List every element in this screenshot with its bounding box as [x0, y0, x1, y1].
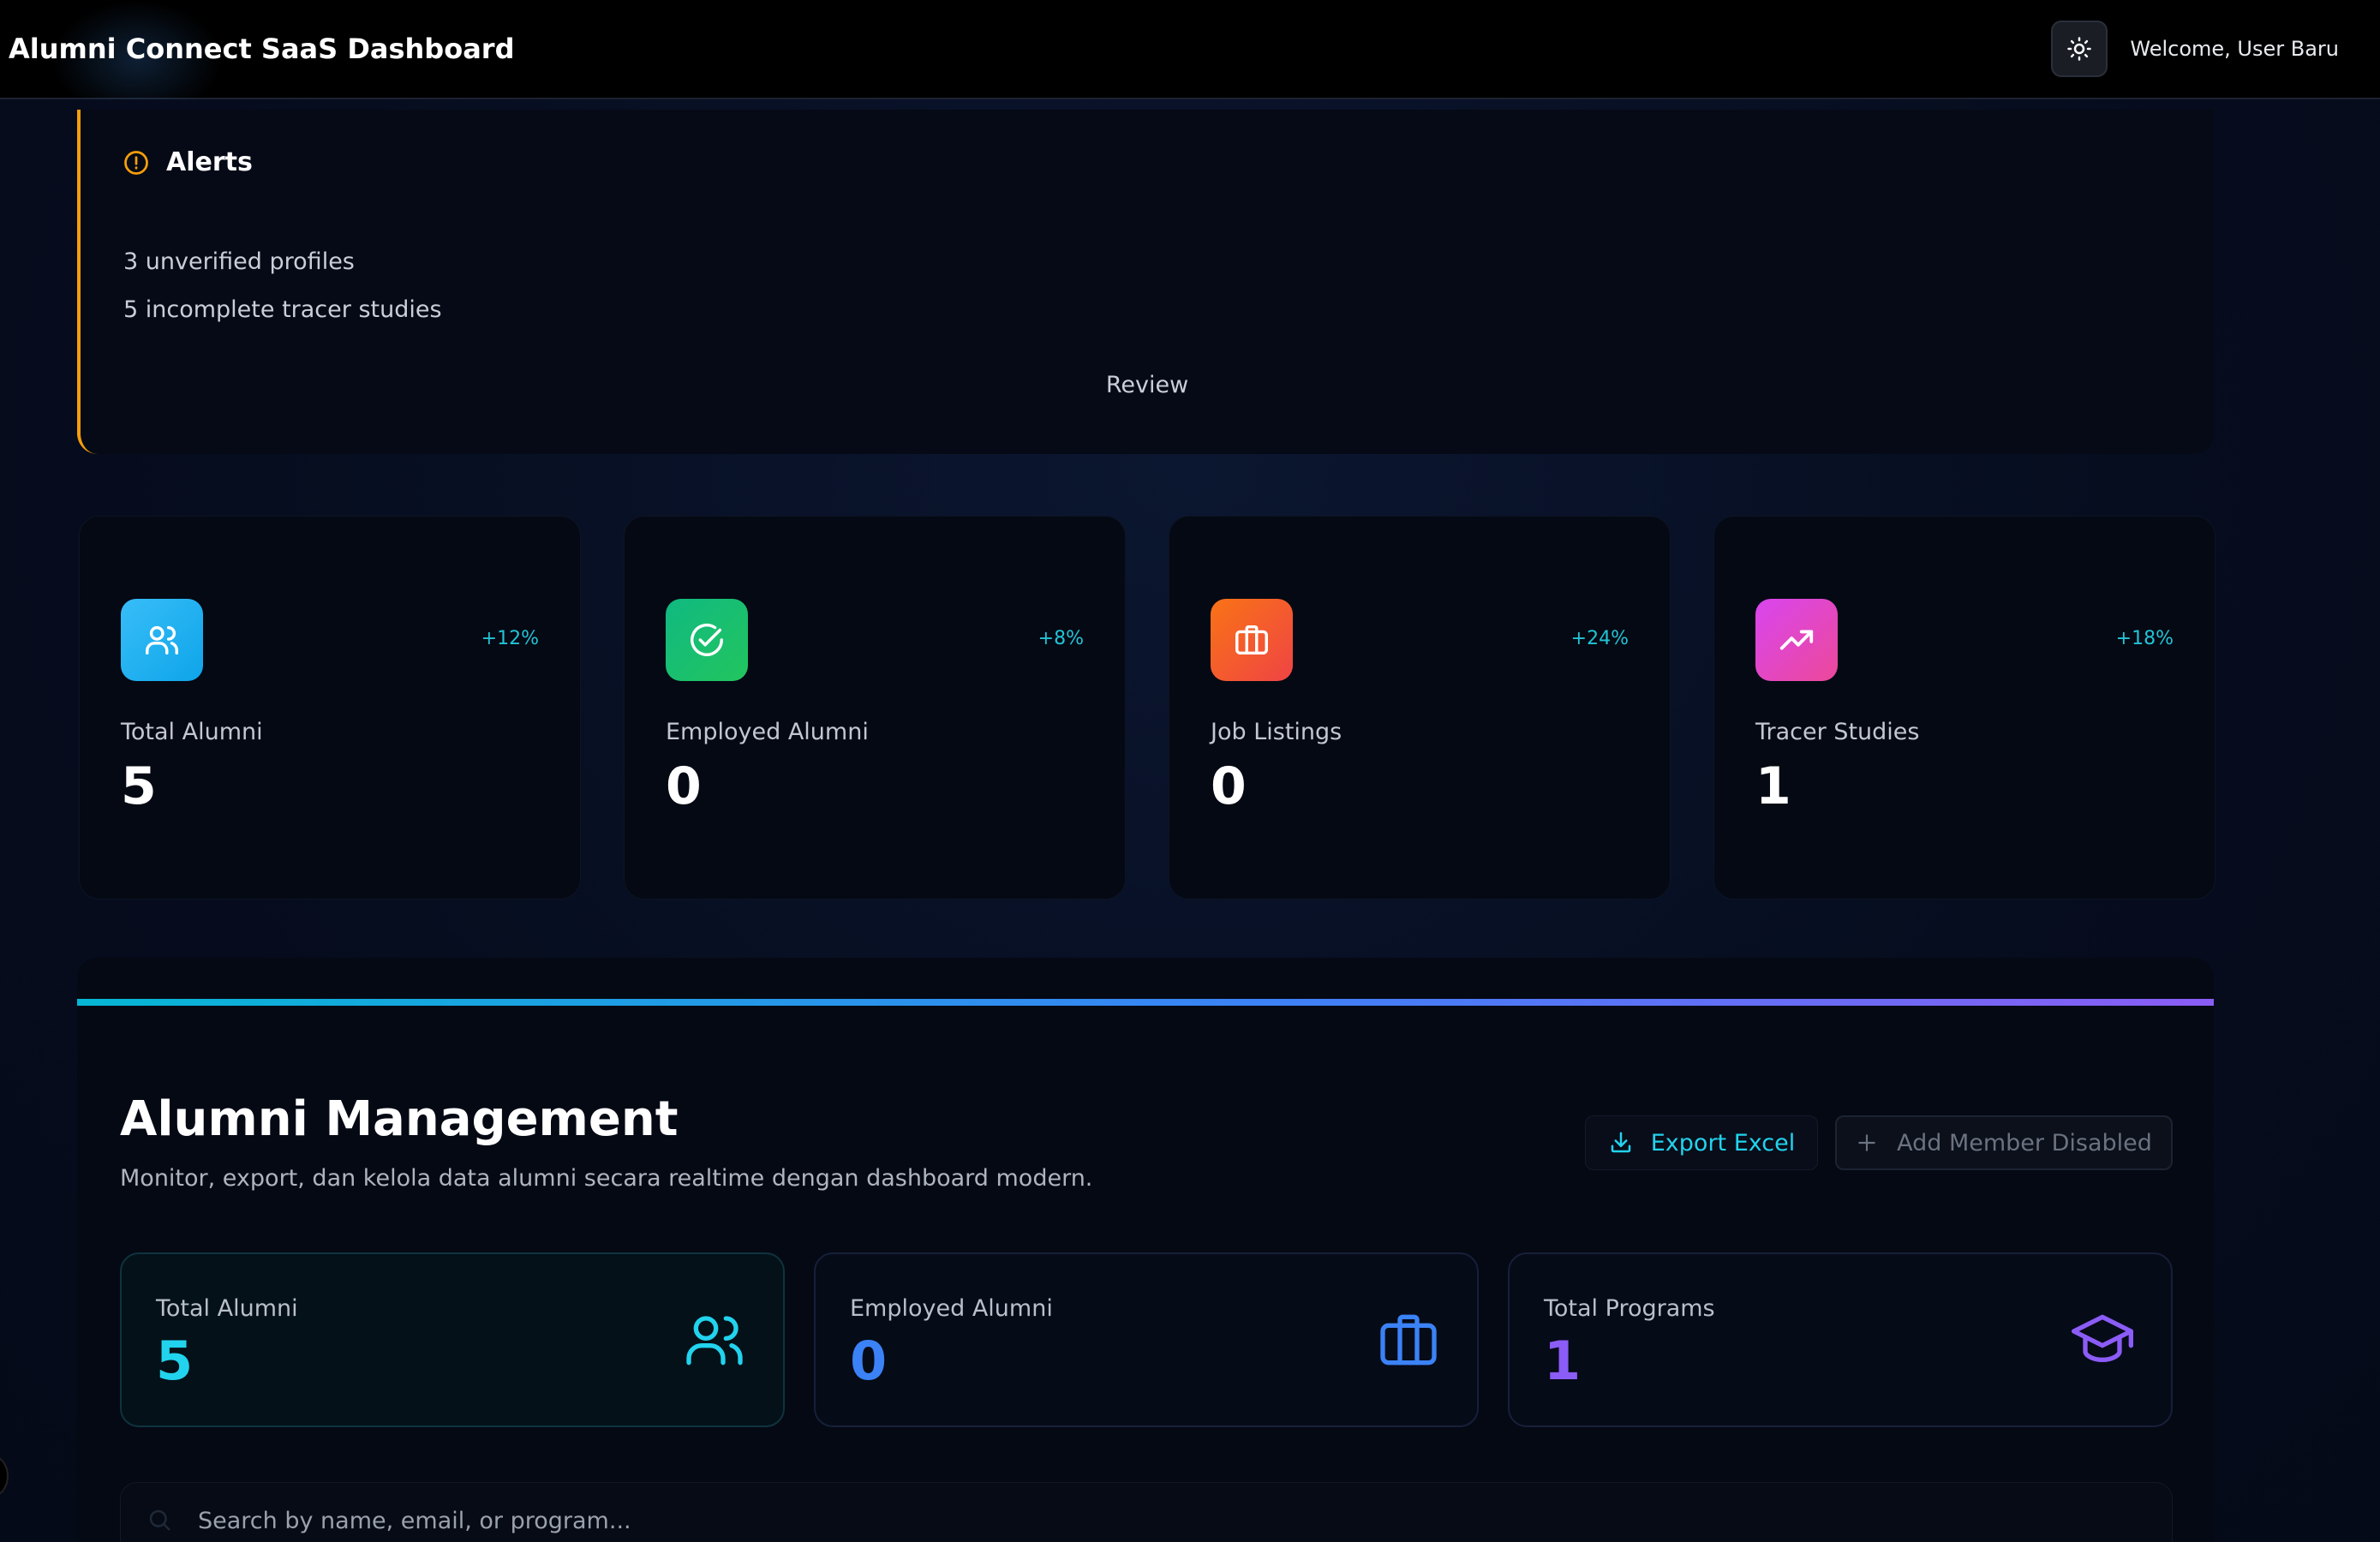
stat-label: Job Listings — [1211, 719, 1342, 745]
search-input[interactable]: Search by name, email, or program... — [120, 1482, 2173, 1542]
stat-icon-box — [666, 599, 748, 681]
stat-label: Tracer Studies — [1755, 719, 1920, 745]
stat-delta: +18% — [2115, 628, 2174, 649]
stat-label: Total Alumni — [121, 719, 263, 745]
app-title: Alumni Connect SaaS Dashboard — [9, 33, 515, 65]
alerts-title: Alerts — [166, 147, 253, 177]
summary-label: Total Alumni — [156, 1295, 298, 1322]
stat-icon-box — [1211, 599, 1293, 681]
stat-value: 0 — [1211, 756, 1247, 816]
export-excel-button[interactable]: Export Excel — [1585, 1115, 1818, 1170]
floating-edge-button[interactable] — [0, 1455, 9, 1497]
stat-delta: +12% — [481, 628, 539, 649]
top-bar-actions: Welcome, User Baru — [2051, 21, 2371, 77]
stat-card-total-alumni: +12% Total Alumni 5 — [79, 516, 581, 900]
search-placeholder: Search by name, email, or program... — [198, 1507, 631, 1534]
theme-toggle-button[interactable] — [2051, 21, 2108, 77]
stat-value: 1 — [1755, 756, 1791, 816]
stat-delta: +8% — [1038, 628, 1084, 649]
top-bar: Alumni Connect SaaS Dashboard Welcome, U… — [0, 0, 2380, 99]
summary-card-total-alumni: Total Alumni 5 — [120, 1252, 785, 1427]
alert-item: 5 incomplete tracer studies — [123, 296, 442, 323]
summary-value: 5 — [156, 1330, 194, 1392]
summary-card-total-programs: Total Programs 1 — [1508, 1252, 2173, 1427]
add-member-button[interactable]: Add Member Disabled — [1835, 1115, 2173, 1170]
check-circle-icon — [691, 624, 723, 656]
stat-card-job-listings: +24% Job Listings 0 — [1169, 516, 1671, 900]
users-icon — [686, 1316, 743, 1366]
stat-icon-box — [121, 599, 203, 681]
alerts-header: Alerts — [123, 147, 253, 177]
plus-icon — [1858, 1134, 1875, 1151]
page-subtitle: Monitor, export, dan kelola data alumni … — [120, 1165, 1093, 1192]
alerts-panel: Alerts 3 unverified profiles 5 incomplet… — [77, 110, 2214, 454]
review-button[interactable]: Review — [81, 372, 2214, 398]
briefcase-icon — [1235, 625, 1268, 655]
summary-label: Employed Alumni — [850, 1295, 1053, 1322]
summary-label: Total Programs — [1544, 1295, 1715, 1322]
download-icon — [1611, 1132, 1630, 1153]
sun-icon — [2067, 37, 2092, 61]
stat-icon-box — [1755, 599, 1838, 681]
summary-value: 0 — [850, 1330, 888, 1392]
stat-label: Employed Alumni — [666, 719, 869, 745]
stat-card-tracer-studies: +18% Tracer Studies 1 — [1713, 516, 2216, 900]
stat-value: 0 — [666, 756, 702, 816]
trending-up-icon — [1779, 630, 1814, 650]
welcome-text: Welcome, User Baru — [2130, 37, 2339, 61]
stat-value: 5 — [121, 756, 157, 816]
stat-card-employed-alumni: +8% Employed Alumni 0 — [624, 516, 1126, 900]
alert-circle-icon — [124, 150, 148, 175]
alumni-management-panel: Alumni Management Monitor, export, dan k… — [77, 958, 2214, 1542]
summary-value: 1 — [1544, 1330, 1582, 1392]
alert-item: 3 unverified profiles — [123, 248, 355, 275]
graduation-cap-icon — [2072, 1314, 2133, 1362]
search-icon — [149, 1509, 170, 1531]
panel-accent-bar — [77, 999, 2214, 1006]
add-member-label: Add Member Disabled — [1897, 1129, 2152, 1156]
briefcase-icon — [1380, 1314, 1437, 1366]
users-icon — [146, 625, 178, 655]
page-title: Alumni Management — [120, 1091, 679, 1147]
export-excel-label: Export Excel — [1650, 1129, 1796, 1156]
summary-card-employed-alumni: Employed Alumni 0 — [814, 1252, 1479, 1427]
stat-delta: +24% — [1570, 628, 1629, 649]
